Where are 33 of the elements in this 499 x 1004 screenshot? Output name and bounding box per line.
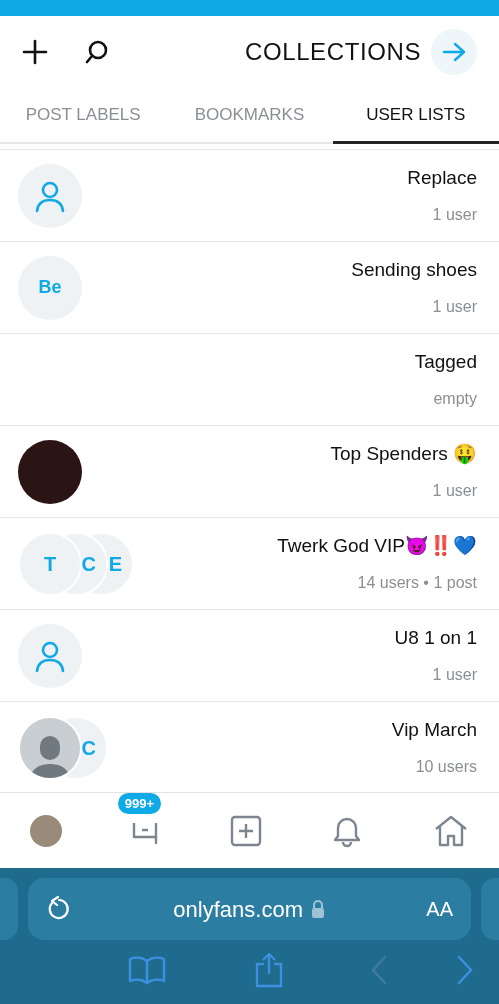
text-size-button[interactable]: AA [426,894,453,924]
list-count: 14 users • 1 post [357,572,477,593]
list-name[interactable]: Vip March [391,716,477,745]
url-text: onlyfans.com [173,895,303,924]
list-count: empty [433,388,477,409]
list-name[interactable]: Top Spenders 🤑 [330,440,477,469]
address-bar[interactable]: onlyfans.com AA [28,878,471,940]
list-count: 1 user [432,480,477,501]
avatar-photo-placeholder[interactable] [30,814,62,847]
tab[interactable]: USER LISTS [332,88,499,144]
list-count: 1 user [432,664,477,685]
list-count: 10 users [415,756,477,777]
list-name[interactable]: Sending shoes [351,256,477,285]
list-name[interactable]: U8 1 on 1 [394,624,477,653]
list-name[interactable]: Tagged [414,348,477,377]
lock-icon [310,900,325,918]
list-count: 1 user [432,296,477,317]
share-icon[interactable] [253,952,284,988]
arrow-icon [442,42,466,62]
back-button[interactable] [431,29,477,75]
add-icon[interactable] [22,39,48,65]
reload-icon[interactable] [46,896,72,922]
list-name[interactable]: Replace [407,164,477,193]
list-count: 1 user [432,204,477,225]
add-post-icon[interactable] [229,814,262,847]
home-icon[interactable] [433,813,469,848]
notification-badge: 999+ [117,792,162,814]
list-name[interactable]: Twerk God VIP😈‼💙 [277,532,477,561]
initials-avatar: T [18,531,82,596]
initials-avatar: Be [18,255,82,320]
book-icon[interactable] [128,955,166,985]
page-title: COLLECTIONS [245,37,421,67]
search-icon[interactable] [84,39,110,65]
